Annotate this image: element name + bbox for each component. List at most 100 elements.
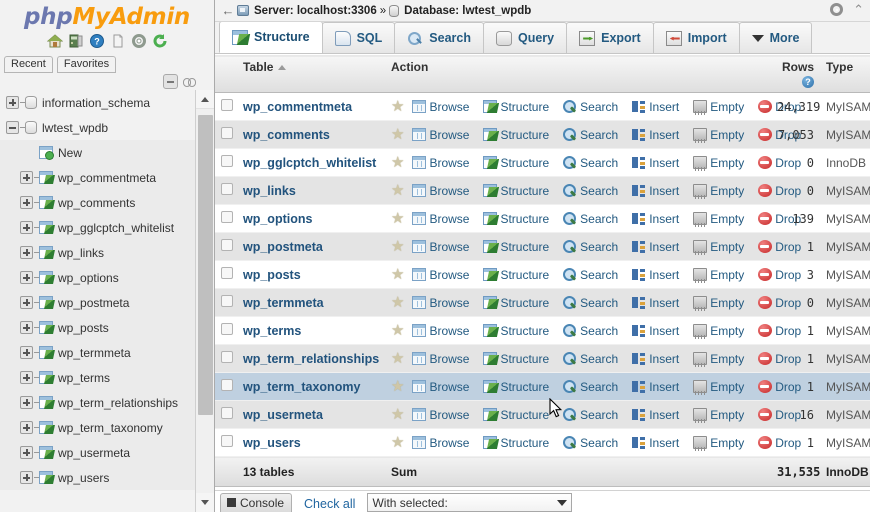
docs-icon[interactable] <box>110 33 126 49</box>
tree-item-wp_usermeta[interactable]: wp_usermeta <box>0 440 196 465</box>
favorite-star-icon[interactable]: ★ <box>391 295 404 310</box>
row-checkbox[interactable] <box>221 295 233 307</box>
action-structure[interactable]: Structure <box>483 240 549 254</box>
tree-item-wp_term_taxonomy[interactable]: wp_term_taxonomy <box>0 415 196 440</box>
expand-icon[interactable] <box>20 271 33 284</box>
tree-item-lwtest_wpdb[interactable]: lwtest_wpdb <box>0 115 196 140</box>
action-insert[interactable]: Insert <box>632 212 679 226</box>
help-icon[interactable]: ? <box>802 76 814 88</box>
favorite-star-icon[interactable]: ★ <box>391 183 404 198</box>
tree-item-wp_term_relationships[interactable]: wp_term_relationships <box>0 390 196 415</box>
table-name-link[interactable]: wp_terms <box>243 324 301 338</box>
action-structure[interactable]: Structure <box>483 380 549 394</box>
action-structure[interactable]: Structure <box>483 436 549 450</box>
action-search[interactable]: Search <box>563 184 618 198</box>
scroll-up-arrow[interactable] <box>196 90 214 109</box>
tab-sql[interactable]: SQL <box>321 22 396 53</box>
expand-icon[interactable] <box>20 421 33 434</box>
collapse-icon[interactable]: ⌃ <box>853 3 864 16</box>
table-row[interactable]: wp_gglcptch_whitelist ★ Browse Structure Sea… <box>215 148 870 177</box>
action-structure[interactable]: Structure <box>483 352 549 366</box>
tree-item-mysql[interactable]: mysql <box>0 490 196 494</box>
favorite-star-icon[interactable]: ★ <box>391 239 404 254</box>
action-insert[interactable]: Insert <box>632 268 679 282</box>
action-structure[interactable]: Structure <box>483 296 549 310</box>
table-row[interactable]: wp_term_relationships ★ Browse Structure Sea… <box>215 344 870 373</box>
table-name-link[interactable]: wp_usermeta <box>243 408 323 422</box>
action-insert[interactable]: Insert <box>632 408 679 422</box>
tree-item-New[interactable]: New <box>0 140 196 165</box>
action-insert[interactable]: Insert <box>632 380 679 394</box>
favorite-star-icon[interactable]: ★ <box>391 407 404 422</box>
row-checkbox[interactable] <box>221 267 233 279</box>
collapse-icon[interactable] <box>6 121 19 134</box>
favorite-star-icon[interactable]: ★ <box>391 351 404 366</box>
action-structure[interactable]: Structure <box>483 100 549 114</box>
refresh-icon[interactable] <box>152 33 168 49</box>
action-search[interactable]: Search <box>563 324 618 338</box>
link-with-main-panel-icon[interactable] <box>183 77 196 87</box>
header-type[interactable]: Type <box>820 55 870 93</box>
table-name-link[interactable]: wp_gglcptch_whitelist <box>243 156 376 170</box>
row-checkbox[interactable] <box>221 127 233 139</box>
action-empty[interactable]: Empty <box>693 352 744 367</box>
action-search[interactable]: Search <box>563 436 618 450</box>
scrollbar-thumb[interactable] <box>198 115 213 415</box>
table-name-link[interactable]: wp_commentmeta <box>243 100 352 114</box>
tab-recent[interactable]: Recent <box>4 56 53 73</box>
action-empty[interactable]: Empty <box>693 324 744 339</box>
table-name-link[interactable]: wp_term_taxonomy <box>243 380 360 394</box>
action-browse[interactable]: Browse <box>412 184 469 198</box>
action-insert[interactable]: Insert <box>632 296 679 310</box>
tab-export[interactable]: Export <box>566 22 654 53</box>
action-insert[interactable]: Insert <box>632 240 679 254</box>
collapse-all-icon[interactable] <box>163 74 178 89</box>
action-browse[interactable]: Browse <box>412 380 469 394</box>
expand-icon[interactable] <box>20 371 33 384</box>
action-search[interactable]: Search <box>563 212 618 226</box>
action-search[interactable]: Search <box>563 380 618 394</box>
favorite-star-icon[interactable]: ★ <box>391 267 404 282</box>
table-row[interactable]: wp_users ★ Browse Structure Search Insert Empt… <box>215 428 870 457</box>
tab-more[interactable]: More <box>738 22 813 53</box>
favorite-star-icon[interactable]: ★ <box>391 435 404 450</box>
scroll-down-arrow[interactable] <box>196 493 214 512</box>
action-empty[interactable]: Empty <box>693 156 744 171</box>
action-empty[interactable]: Empty <box>693 268 744 283</box>
action-empty[interactable]: Empty <box>693 184 744 199</box>
table-row[interactable]: wp_options ★ Browse Structure Search Insert Em… <box>215 204 870 233</box>
action-drop[interactable]: Drop <box>758 268 801 282</box>
help-icon[interactable]: ? <box>89 33 105 49</box>
action-insert[interactable]: Insert <box>632 100 679 114</box>
expand-icon[interactable] <box>20 396 33 409</box>
action-browse[interactable]: Browse <box>412 408 469 422</box>
action-empty[interactable]: Empty <box>693 100 744 115</box>
favorite-star-icon[interactable]: ★ <box>391 127 404 142</box>
home-icon[interactable] <box>46 33 63 49</box>
expand-icon[interactable] <box>20 321 33 334</box>
expand-icon[interactable] <box>20 471 33 484</box>
tree-item-wp_comments[interactable]: wp_comments <box>0 190 196 215</box>
row-checkbox[interactable] <box>221 407 233 419</box>
sidebar-scrollbar[interactable] <box>195 90 214 512</box>
expand-icon[interactable] <box>6 96 19 109</box>
expand-icon[interactable] <box>20 446 33 459</box>
breadcrumb-database[interactable]: Database: lwtest_wpdb <box>404 5 531 17</box>
table-name-link[interactable]: wp_links <box>243 184 296 198</box>
action-structure[interactable]: Structure <box>483 212 549 226</box>
row-checkbox[interactable] <box>221 183 233 195</box>
action-drop[interactable]: Drop <box>758 296 801 310</box>
action-insert[interactable]: Insert <box>632 156 679 170</box>
action-drop[interactable]: Drop <box>758 436 801 450</box>
action-search[interactable]: Search <box>563 408 618 422</box>
table-row[interactable]: wp_term_taxonomy ★ Browse Structure Search In… <box>215 372 870 401</box>
action-structure[interactable]: Structure <box>483 324 549 338</box>
table-row[interactable]: wp_termmeta ★ Browse Structure Search Insert E… <box>215 288 870 317</box>
tree-item-wp_posts[interactable]: wp_posts <box>0 315 196 340</box>
gear-icon[interactable] <box>830 3 844 16</box>
table-row[interactable]: wp_postmeta ★ Browse Structure Search Insert E… <box>215 232 870 261</box>
tab-structure[interactable]: Structure <box>219 21 323 53</box>
tab-search[interactable]: Search <box>394 22 484 53</box>
action-drop[interactable]: Drop <box>758 352 801 366</box>
action-drop[interactable]: Drop <box>758 240 801 254</box>
